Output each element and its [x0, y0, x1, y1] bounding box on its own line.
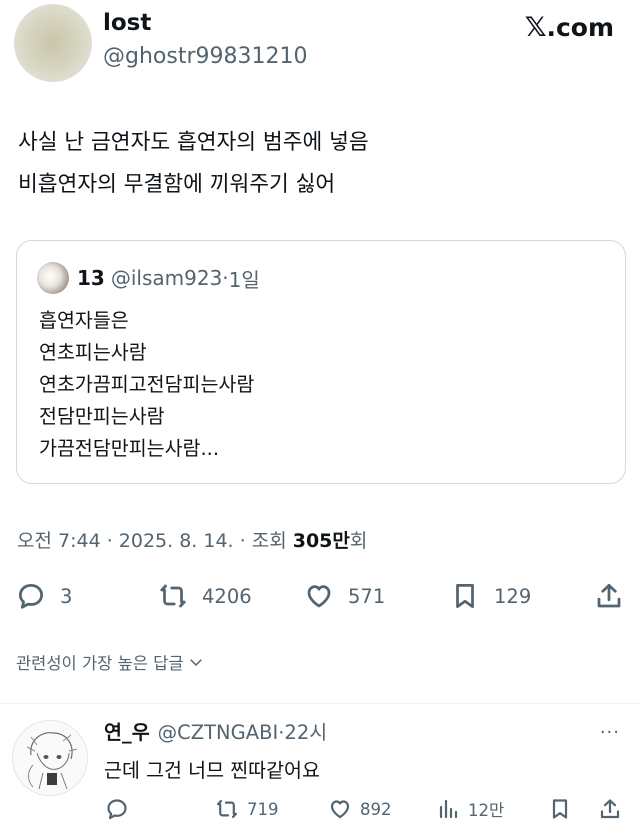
tweet-text: 사실 난 금연자도 흡연자의 범주에 넣음 비흡연자의 무결함에 끼워주기 싫어 [18, 122, 618, 206]
site-domain: .com [546, 13, 614, 42]
reply-author-handle[interactable]: @CZTNGABI [158, 721, 279, 744]
reply-reply-button[interactable] [105, 792, 129, 826]
share-icon [597, 584, 621, 608]
reply-icon [107, 799, 127, 820]
quoted-author-handle: @ilsam923 [110, 266, 223, 290]
bookmark-icon [456, 584, 474, 608]
tweet-time-date[interactable]: 오전 7:44 · 2025. 8. 14. · 조회 [17, 530, 293, 552]
heart-icon [330, 800, 350, 819]
bookmark-icon [552, 799, 568, 819]
bookmark-count: 129 [494, 584, 532, 608]
reply-sort-selector[interactable]: 관련성이 가장 높은 답글 [16, 650, 205, 674]
quoted-line: 가끔전담만피는사람... [39, 437, 220, 460]
tweet-action-bar: 3 4206 571 129 [0, 576, 640, 616]
reply-count: 3 [60, 584, 73, 608]
reply-view-count: 12만 [468, 801, 505, 820]
quoted-line: 흡연자들은 [39, 309, 129, 332]
like-count: 571 [348, 584, 386, 608]
chevron-down-icon [189, 659, 202, 667]
reply-author-avatar[interactable] [12, 720, 88, 796]
quoted-tweet[interactable]: 13 @ilsam923 · 1일 흡연자들은 연초피는사람 연초가끔피고전담피… [16, 240, 626, 484]
quoted-line: 연초피는사람 [39, 341, 147, 364]
reply-like-count: 892 [360, 799, 392, 819]
quoted-author-avatar [37, 262, 69, 294]
reply-button[interactable]: 3 [16, 576, 72, 616]
quoted-tweet-text: 흡연자들은 연초피는사람 연초가끔피고전담피는사람 전담만피는사람 가끔전담만피… [39, 305, 254, 465]
reply-share-button[interactable] [598, 792, 622, 826]
share-icon [600, 799, 620, 819]
repost-count: 4206 [202, 584, 252, 608]
quoted-author-name: 13 [77, 266, 105, 290]
repost-icon [216, 799, 238, 819]
views-chart-icon [439, 799, 458, 819]
quoted-tweet-time: 1일 [228, 267, 260, 292]
bookmark-button[interactable]: 129 [450, 576, 531, 616]
x-logo: 𝕏.com [525, 12, 614, 43]
view-count: 305만 [292, 530, 350, 552]
heart-icon [307, 585, 331, 608]
author-handle[interactable]: @ghostr99831210 [103, 44, 307, 69]
reply-sort-label: 관련성이 가장 높은 답글 [16, 654, 184, 673]
author-display-name[interactable]: lost [103, 10, 151, 36]
reply-action-bar: 719 892 12만 [0, 792, 640, 826]
x-icon: 𝕏 [524, 12, 547, 43]
reply-views-button[interactable]: 12만 [436, 792, 504, 826]
share-button[interactable] [594, 576, 624, 616]
repost-button[interactable]: 4206 [158, 576, 252, 616]
reply-time[interactable]: 22시 [284, 716, 327, 745]
quoted-line: 연초가끔피고전담피는사람 [39, 373, 255, 396]
reply-bookmark-button[interactable] [548, 792, 572, 826]
tweet-line: 사실 난 금연자도 흡연자의 범주에 넣음 [18, 130, 369, 155]
tweet-line: 비흡연자의 무결함에 끼워주기 싫어 [18, 172, 336, 197]
reply-icon [19, 584, 43, 609]
author-avatar[interactable] [14, 4, 92, 82]
reply-like-button[interactable]: 892 [328, 792, 392, 826]
reply-repost-button[interactable]: 719 [215, 792, 279, 826]
reply-text: 근데 그건 너므 찐따같어요 [104, 759, 320, 782]
quoted-tweet-header: 13 @ilsam923 · 1일 [37, 262, 260, 294]
more-options-icon[interactable]: ··· [600, 722, 620, 743]
like-button[interactable]: 571 [304, 576, 385, 616]
view-count-suffix: 회 [349, 530, 368, 552]
reply-author-name[interactable]: 연_우 [104, 716, 150, 745]
repost-icon [160, 584, 186, 608]
reply-repost-count: 719 [247, 799, 279, 819]
tweet-header: lost @ghostr99831210 𝕏.com [0, 0, 640, 90]
quoted-line: 전담만피는사람 [39, 405, 165, 428]
anime-avatar-illustration [26, 732, 78, 790]
divider [0, 703, 640, 704]
reply-header: 연_우 @CZTNGABI · 22시 [104, 716, 327, 745]
tweet-timestamp: 오전 7:44 · 2025. 8. 14. · 조회 305만회 [17, 526, 367, 553]
